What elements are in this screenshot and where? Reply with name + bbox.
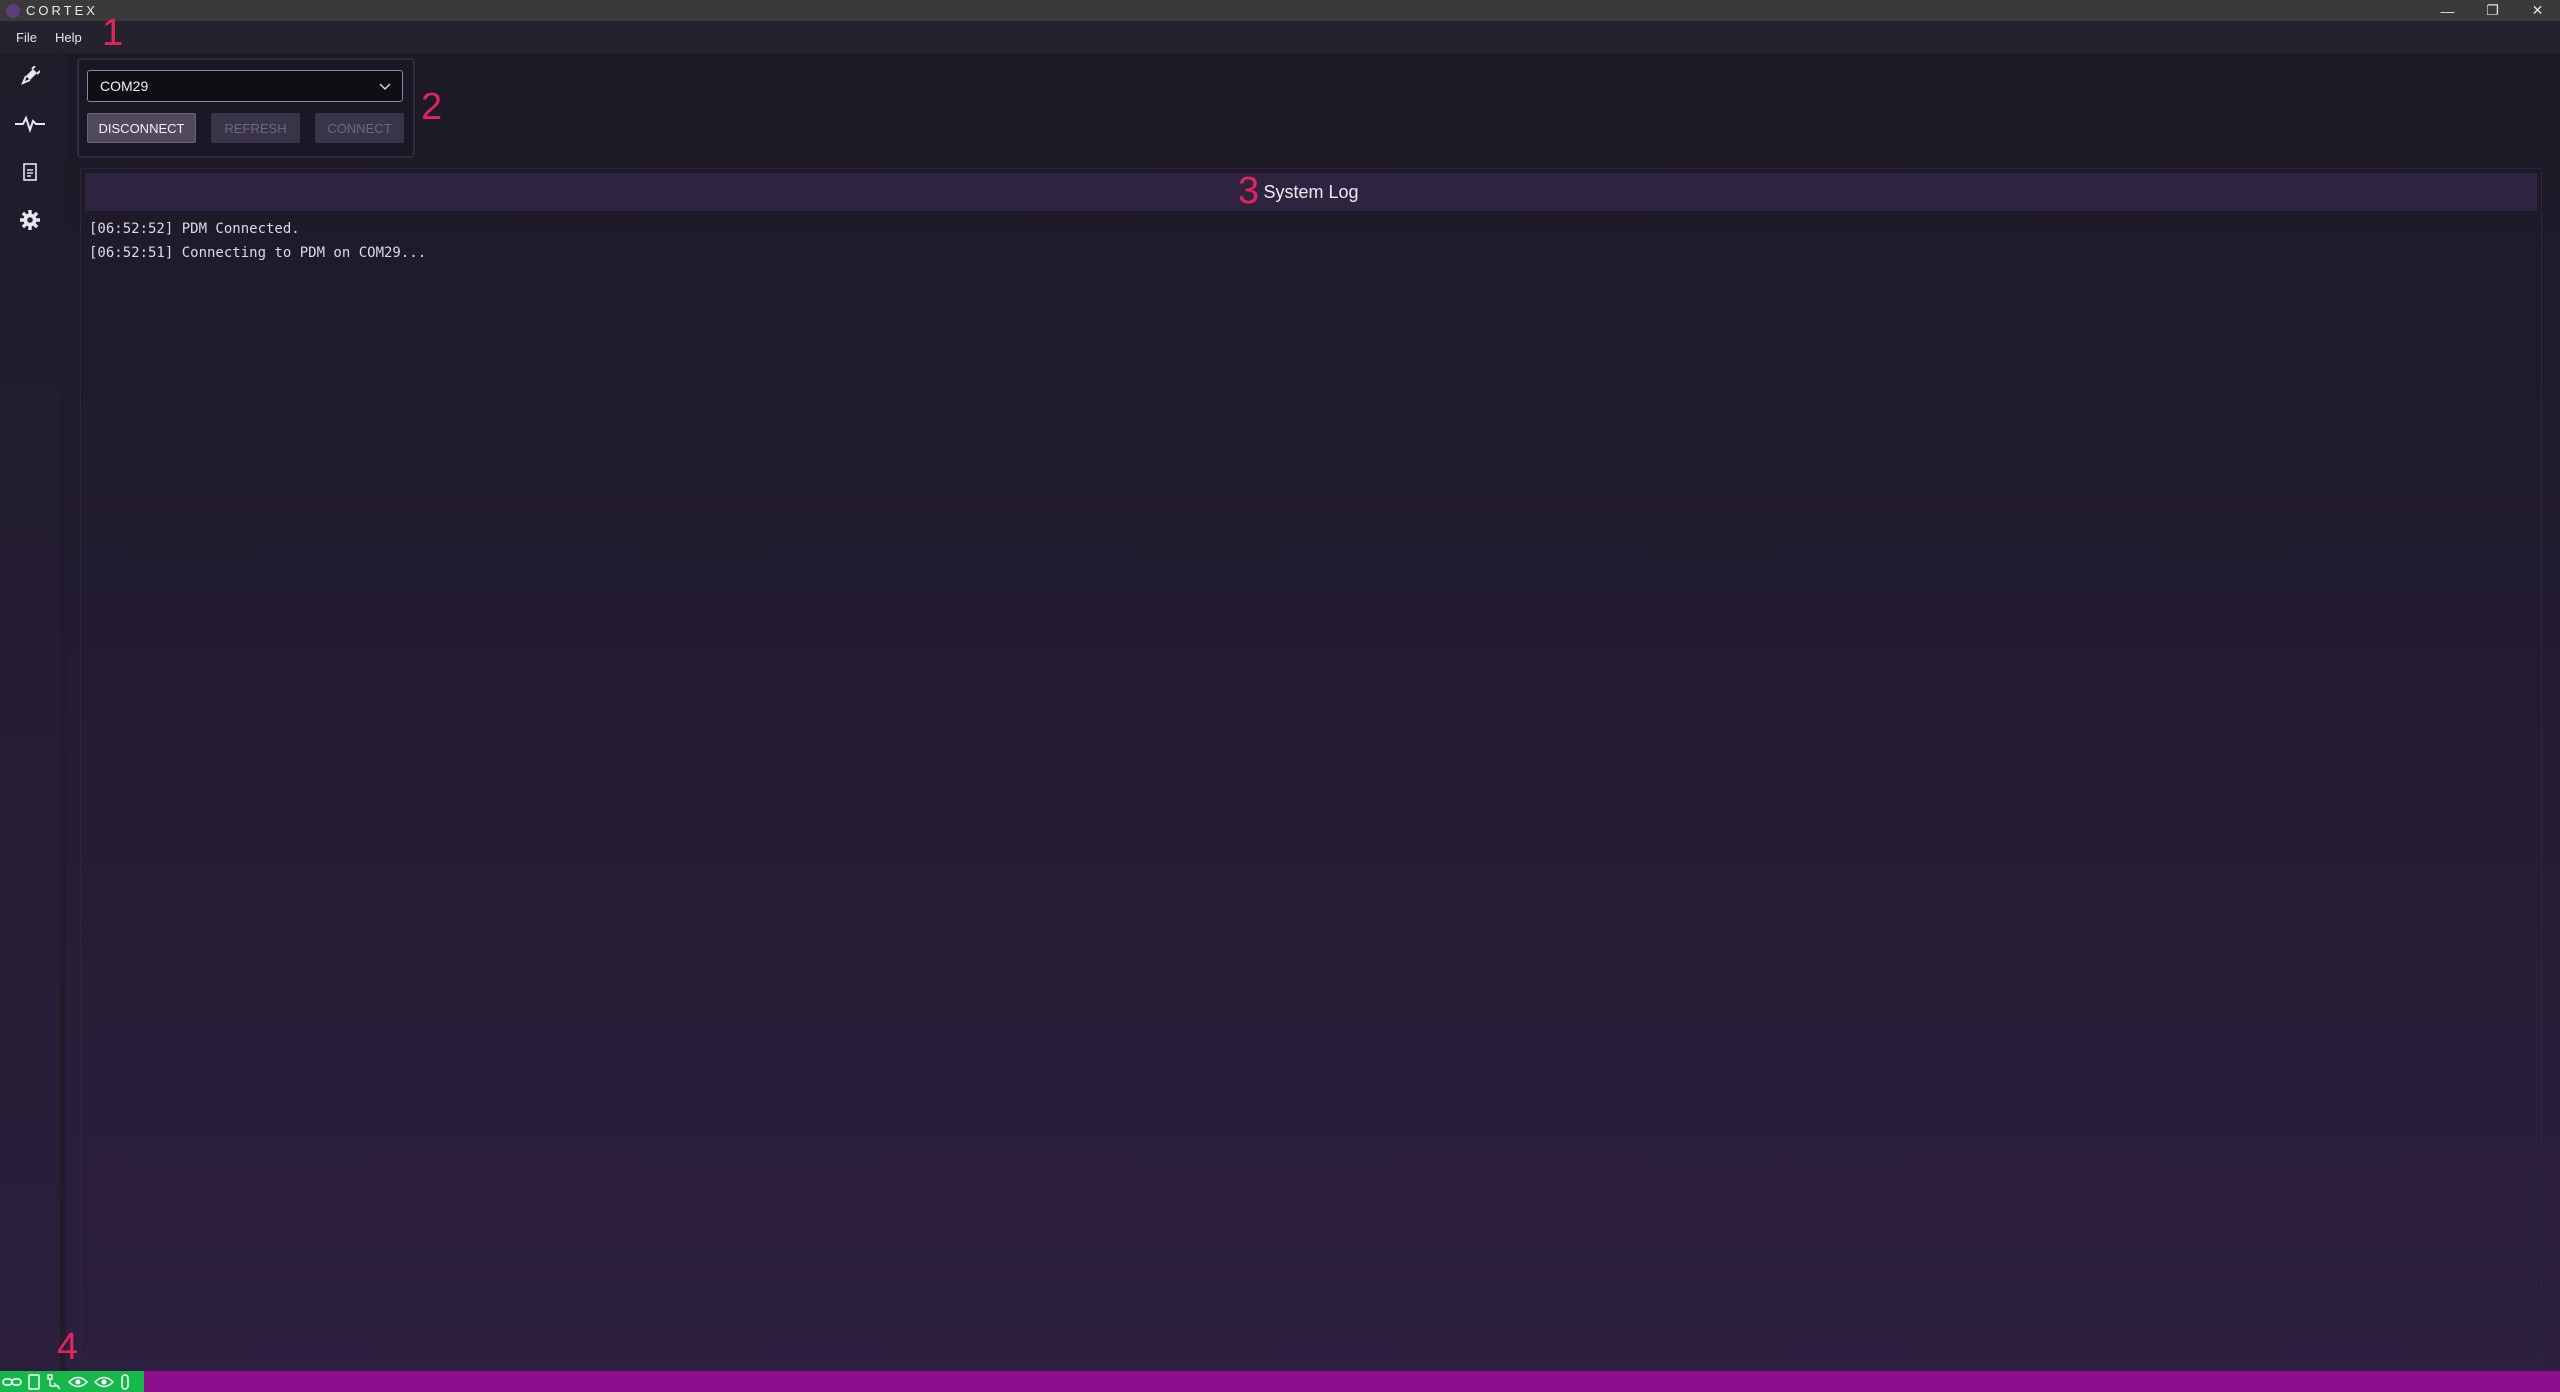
close-button[interactable]: ✕: [2515, 0, 2560, 21]
eye-icon[interactable]: [68, 1375, 88, 1389]
title-bar: CORTEX — ❐ ✕: [0, 0, 2560, 21]
status-bar: [0, 1371, 2560, 1392]
system-log-title: System Log: [1263, 181, 1359, 202]
log-list: [06:52:52] PDM Connected. [06:52:51] Con…: [89, 217, 426, 265]
port-select[interactable]: COM29: [87, 70, 403, 102]
window-controls: — ❐ ✕: [2425, 0, 2560, 21]
document-icon[interactable]: [15, 157, 45, 187]
menu-bar: File Help: [0, 21, 2560, 53]
app-logo-icon: [6, 3, 20, 18]
connection-panel: COM29 DISCONNECT REFRESH CONNECT: [77, 58, 415, 158]
annotation-marker-1: 1: [102, 12, 124, 54]
port-select-value: COM29: [100, 78, 149, 94]
log-line: [06:52:52] PDM Connected.: [89, 221, 300, 237]
refresh-button[interactable]: REFRESH: [211, 113, 300, 143]
device-icon[interactable]: [28, 1373, 40, 1390]
annotation-marker-2: 2: [421, 86, 443, 128]
annotation-marker-3: 3: [1238, 170, 1260, 212]
app-title: CORTEX: [26, 3, 98, 18]
sidebar: [0, 53, 60, 1371]
menu-help[interactable]: Help: [47, 30, 90, 45]
attachment-icon[interactable]: [120, 1373, 130, 1390]
chevron-down-icon: [376, 77, 394, 95]
system-log-header: System Log: [85, 173, 2537, 211]
connect-button[interactable]: CONNECT: [315, 113, 404, 143]
network-icon[interactable]: [46, 1373, 62, 1390]
connection-icon[interactable]: [15, 61, 45, 91]
restore-button[interactable]: ❐: [2470, 0, 2515, 21]
minimize-button[interactable]: —: [2425, 0, 2470, 21]
disconnect-button[interactable]: DISCONNECT: [87, 113, 196, 143]
eye-icon[interactable]: [94, 1375, 114, 1389]
link-icon[interactable]: [2, 1375, 22, 1389]
annotation-marker-4: 4: [57, 1326, 79, 1368]
pulse-icon[interactable]: [15, 109, 45, 139]
log-line: [06:52:51] Connecting to PDM on COM29...: [89, 245, 427, 261]
system-log-panel: System Log [06:52:52] PDM Connected. [06…: [80, 168, 2542, 1366]
gear-icon[interactable]: [15, 205, 45, 235]
menu-file[interactable]: File: [8, 30, 45, 45]
status-icons: [0, 1371, 144, 1392]
